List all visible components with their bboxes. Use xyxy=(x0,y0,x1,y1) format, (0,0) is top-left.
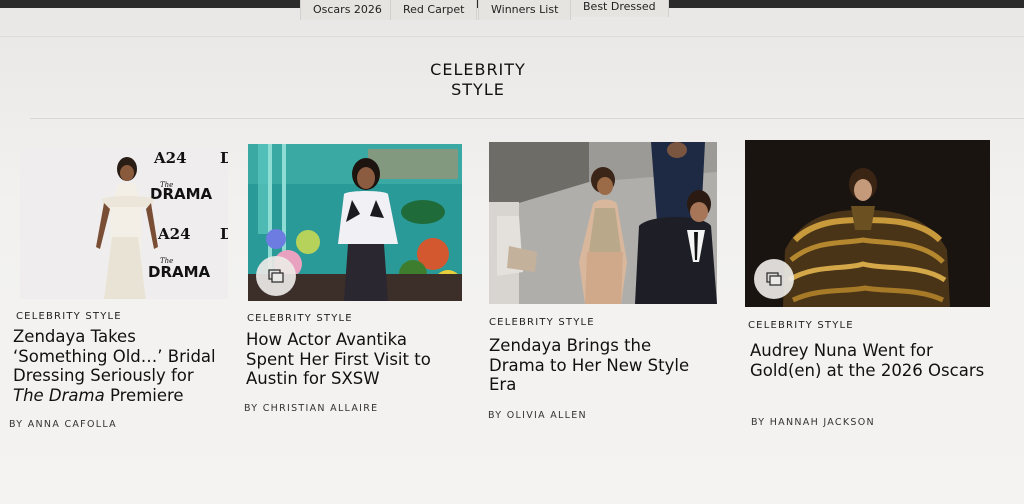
article-kicker[interactable]: CELEBRITY STYLE xyxy=(748,320,854,331)
article-kicker[interactable]: CELEBRITY STYLE xyxy=(16,311,122,322)
gallery-icon xyxy=(268,269,284,283)
nav-divider xyxy=(0,36,1024,37)
section-title-line-2: STYLE xyxy=(451,80,505,99)
section-title: CELEBRITY STYLE xyxy=(378,60,578,100)
thumbnail-3-image xyxy=(489,142,717,304)
gallery-button[interactable] xyxy=(256,256,296,296)
gallery-icon xyxy=(766,272,782,286)
thumbnail-1-image: A24 D The DRAMA A24 D The DRAMA xyxy=(20,147,228,299)
gallery-button[interactable] xyxy=(754,259,794,299)
article-byline[interactable]: BY ANNA CAFOLLA xyxy=(9,419,117,430)
article-thumbnail-1[interactable]: A24 D The DRAMA A24 D The DRAMA xyxy=(20,147,228,299)
article-thumbnail-4[interactable] xyxy=(745,140,990,307)
article-byline[interactable]: BY CHRISTIAN ALLAIRE xyxy=(244,403,378,414)
article-thumbnail-2[interactable] xyxy=(248,144,462,301)
thumb-1-brand-drama-top: DRAMA xyxy=(150,185,213,203)
headline-text[interactable]: Zendaya Takes ‘Something Old…’ Bridal Dr… xyxy=(13,327,216,385)
article-byline[interactable]: BY HANNAH JACKSON xyxy=(751,417,875,428)
article-kicker[interactable]: CELEBRITY STYLE xyxy=(247,313,353,324)
section-title-line-1: CELEBRITY xyxy=(430,60,526,79)
tab-red-carpet[interactable]: Red Carpet xyxy=(390,0,478,20)
thumb-1-brand-a24-bottom: A24 xyxy=(157,225,191,243)
top-nav: Oscars 2026 Red Carpet Winners List Best… xyxy=(0,0,1024,22)
article-headline[interactable]: Zendaya Takes ‘Something Old…’ Bridal Dr… xyxy=(13,327,228,405)
tab-oscars-2026[interactable]: Oscars 2026 xyxy=(300,0,395,20)
tab-winners-list[interactable]: Winners List xyxy=(478,0,572,20)
section-divider xyxy=(30,118,1024,119)
article-byline[interactable]: BY OLIVIA ALLEN xyxy=(488,410,587,421)
headline-film-title[interactable]: The Drama xyxy=(13,386,105,405)
thumb-1-brand-drama-bottom: DRAMA xyxy=(148,263,211,281)
svg-text:D: D xyxy=(220,149,228,167)
article-thumbnail-3[interactable] xyxy=(489,142,717,304)
svg-text:D: D xyxy=(220,225,228,243)
tab-best-dressed[interactable]: Best Dressed xyxy=(570,0,669,17)
article-headline[interactable]: How Actor Avantika Spent Her First Visit… xyxy=(246,330,446,389)
article-headline[interactable]: Zendaya Brings the Drama to Her New Styl… xyxy=(489,336,709,395)
article-kicker[interactable]: CELEBRITY STYLE xyxy=(489,317,595,328)
thumb-1-brand-a24-top: A24 xyxy=(153,149,187,167)
article-headline[interactable]: Audrey Nuna Went for Gold(en) at the 202… xyxy=(750,341,990,380)
headline-text-end[interactable]: Premiere xyxy=(105,386,184,405)
